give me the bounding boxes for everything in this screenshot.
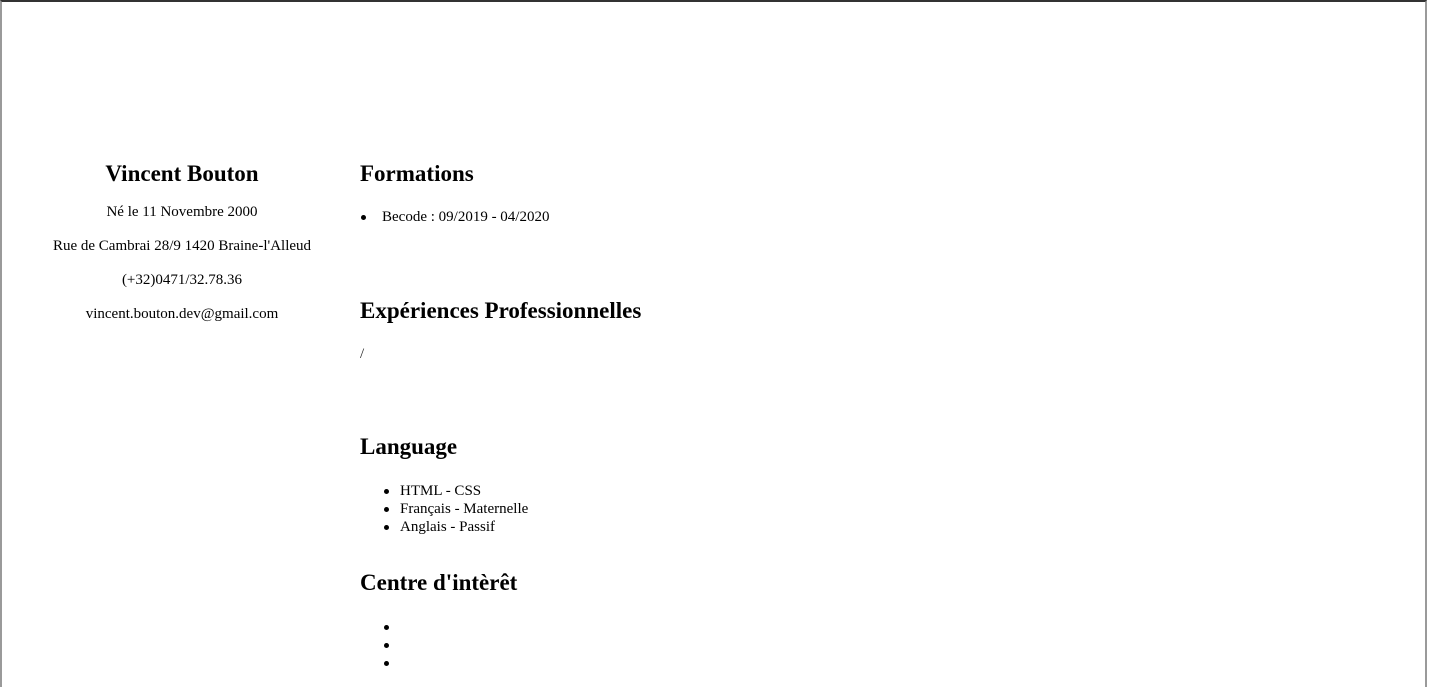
language-list: HTML - CSS Français - Maternelle Anglais…: [360, 482, 528, 536]
language-title: Language: [360, 434, 458, 459]
profile-phone: (+32)0471/32.78.36: [121, 272, 243, 288]
list-item: Becode : 09/2019 - 04/2020: [360, 208, 549, 226]
experiences-title: Expériences Professionnelles: [360, 298, 642, 323]
list-item: Anglais - Passif: [360, 518, 528, 536]
list-item: [360, 636, 517, 654]
section-language: Language HTML - CSS Français - Maternell…: [360, 432, 528, 536]
interets-list: [360, 618, 517, 672]
section-interets: Centre d'intèrêt: [360, 568, 517, 672]
profile-address: Rue de Cambrai 28/9 1420 Braine-l'Alleud: [52, 238, 312, 254]
interets-title: Centre d'intèrêt: [360, 570, 518, 595]
formations-list: Becode : 09/2019 - 04/2020: [360, 208, 549, 226]
list-item: [360, 654, 517, 672]
section-experiences: Expériences Professionnelles /: [360, 296, 641, 363]
section-formations: Formations Becode : 09/2019 - 04/2020: [360, 159, 549, 226]
formations-title: Formations: [360, 161, 474, 186]
profile-birth: Né le 11 Novembre 2000: [106, 204, 258, 220]
profile-email: vincent.bouton.dev@gmail.com: [85, 306, 279, 322]
profile-sidebar: Vincent Bouton Né le 11 Novembre 2000 Ru…: [32, 159, 332, 339]
page-frame: Vincent Bouton Né le 11 Novembre 2000 Ru…: [0, 0, 1427, 687]
list-item: [360, 618, 517, 636]
profile-name: Vincent Bouton: [105, 161, 259, 186]
list-item: Français - Maternelle: [360, 500, 528, 518]
experiences-text: /: [360, 346, 365, 362]
list-item: HTML - CSS: [360, 482, 528, 500]
